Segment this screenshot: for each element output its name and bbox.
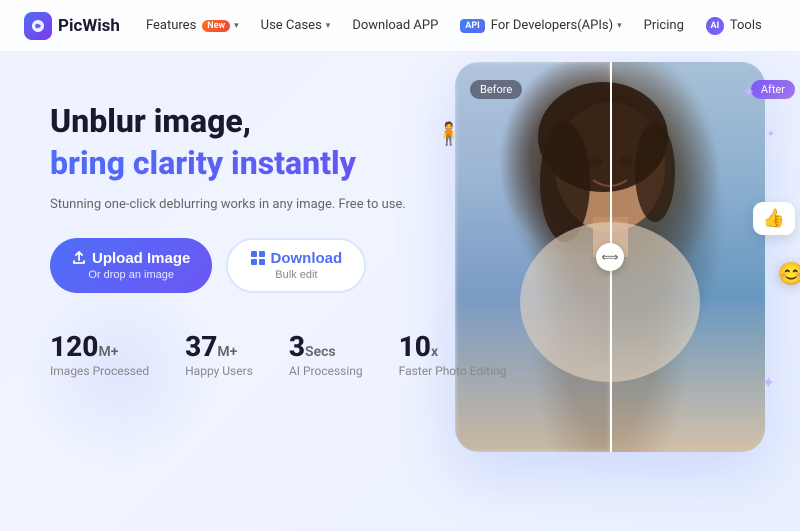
stat-number: 3: [289, 330, 305, 363]
before-label: Before: [470, 80, 522, 99]
hero-section: Unblur image, bring clarity instantly St…: [0, 52, 800, 531]
windows-icon: [251, 251, 265, 265]
after-label: After: [751, 80, 795, 99]
nav-item-pricing[interactable]: Pricing: [634, 12, 694, 39]
stat-suffix: x: [431, 344, 438, 360]
nav-item-download[interactable]: Download APP: [342, 12, 448, 39]
float-star-1: ✦: [742, 82, 755, 101]
float-chat-emoji: 👍: [753, 202, 795, 235]
float-star-2: ✦: [767, 122, 775, 141]
float-star-3: ✦: [762, 373, 775, 392]
float-figure: 🧍: [435, 122, 462, 147]
stat-label: AI Processing: [289, 364, 363, 378]
ai-badge: AI: [706, 17, 724, 35]
chevron-icon: ▾: [617, 21, 622, 31]
nav-item-developers[interactable]: API For Developers(APIs) ▾: [450, 12, 631, 39]
nav-menu: Features New ▾ Use Cases ▾ Download APP …: [136, 11, 776, 41]
chevron-icon: ▾: [326, 21, 331, 31]
float-smiley: 😊: [778, 262, 800, 287]
logo-icon: [24, 12, 52, 40]
brand-name: PicWish: [58, 16, 120, 36]
stat-number: 37: [185, 330, 217, 363]
stat-label: Images Processed: [50, 364, 149, 378]
upload-sub-label: Or drop an image: [88, 269, 174, 281]
stat-number: 120: [50, 330, 98, 363]
nav-item-features[interactable]: Features New ▾: [136, 12, 249, 39]
hero-image-area: Before After: [440, 62, 780, 502]
brand-logo[interactable]: PicWish: [24, 12, 120, 40]
divider-handle[interactable]: ⟺: [596, 243, 624, 271]
stat-suffix: M+: [217, 344, 237, 360]
stat-label: Happy Users: [185, 364, 253, 378]
api-badge: API: [460, 19, 484, 33]
stat-images-processed: 120M+ Images Processed: [50, 333, 149, 378]
stat-ai-processing: 3Secs AI Processing: [289, 333, 363, 378]
navbar: PicWish Features New ▾ Use Cases ▾ Downl…: [0, 0, 800, 52]
download-button[interactable]: Download Bulk edit: [226, 238, 366, 293]
nav-item-use-cases[interactable]: Use Cases ▾: [251, 12, 341, 39]
before-after-container: Before After: [455, 62, 765, 452]
nav-item-tools[interactable]: AI Tools: [696, 11, 772, 41]
stat-happy-users: 37M+ Happy Users: [185, 333, 253, 378]
stat-suffix: M+: [98, 344, 118, 360]
upload-button[interactable]: Upload Image Or drop an image: [50, 238, 212, 293]
download-sub-label: Bulk edit: [275, 269, 317, 281]
stat-suffix: Secs: [305, 344, 336, 360]
new-badge: New: [202, 20, 230, 32]
stat-number: 10: [399, 330, 431, 363]
image-frame: ⟺: [455, 62, 765, 452]
chevron-icon: ▾: [234, 21, 239, 31]
upload-icon: [72, 251, 86, 265]
